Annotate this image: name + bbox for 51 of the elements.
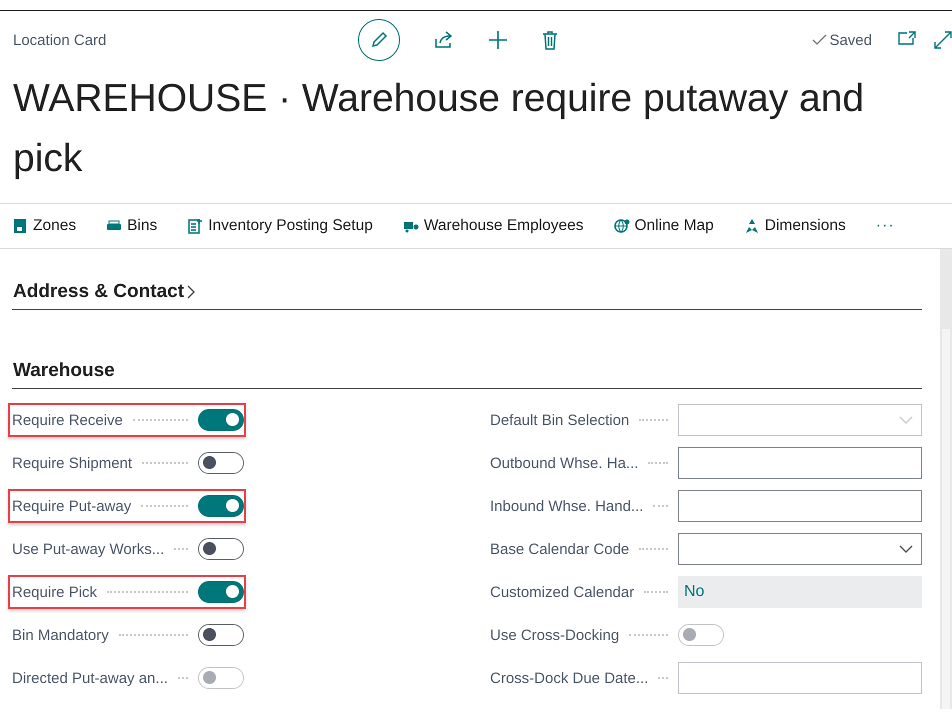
field-label: Inbound Whse. Hand... [490,498,678,514]
dropdown-field[interactable] [678,533,922,565]
action-button[interactable]: Bins [106,217,188,235]
section-header[interactable]: Warehouse [12,360,922,389]
field-label: Bin Mandatory [12,626,198,644]
edit-button[interactable] [358,19,400,61]
field-label: Customized Calendar [490,584,678,600]
toggle-switch[interactable] [198,495,244,517]
document-plus-icon [187,218,204,234]
page-caption: Location Card [13,32,108,48]
checkmark-icon [812,34,828,46]
field-label: Default Bin Selection [490,412,678,428]
value-field: No [678,576,922,608]
action-button[interactable]: Zones [12,217,106,235]
field-label: Base Calendar Code [490,540,678,558]
triangle-arrows-icon [744,218,760,234]
square-icon [12,218,28,234]
toggle-switch[interactable] [198,581,244,603]
field-label: Directed Put-away an... [12,670,198,686]
toggle-switch[interactable] [198,452,244,474]
globe-icon [614,218,630,234]
field-label: Require Receive [12,412,198,428]
saved-status: Saved [829,32,872,48]
input-field[interactable] [678,490,922,522]
scrollbar[interactable] [940,249,952,709]
share-button[interactable] [434,31,454,49]
pencil-icon [369,30,389,50]
delete-button[interactable] [542,30,558,50]
input-field[interactable] [678,447,922,479]
chevron-down-icon [899,416,913,424]
field-label: Require Put-away [12,498,198,514]
section-header[interactable]: Address & Contact [12,281,922,310]
chevron-down-icon [899,545,913,553]
toggle-switch[interactable] [198,624,244,646]
field-label: Use Cross-Docking [490,626,678,644]
chevron-right-icon [186,284,196,300]
action-button[interactable]: Warehouse Employees [402,217,614,235]
field-label: Require Shipment [12,454,198,472]
more-button[interactable]: ··· [876,217,895,235]
field-label: Cross-Dock Due Date... [490,670,678,686]
action-button[interactable]: Inventory Posting Setup [187,217,403,235]
field-label: Use Put-away Works... [12,540,198,558]
field-label: Require Pick [12,584,198,600]
field-label: Outbound Whse. Ha... [490,454,678,472]
action-button[interactable]: Dimensions [744,217,876,235]
expand-button[interactable] [934,31,952,49]
action-button[interactable]: Online Map [614,217,744,235]
toggle-switch[interactable] [198,538,244,560]
add-button[interactable] [488,30,508,50]
toggle-switch[interactable] [198,409,244,431]
page-title: WAREHOUSE · Warehouse require putaway and pick [12,76,866,182]
